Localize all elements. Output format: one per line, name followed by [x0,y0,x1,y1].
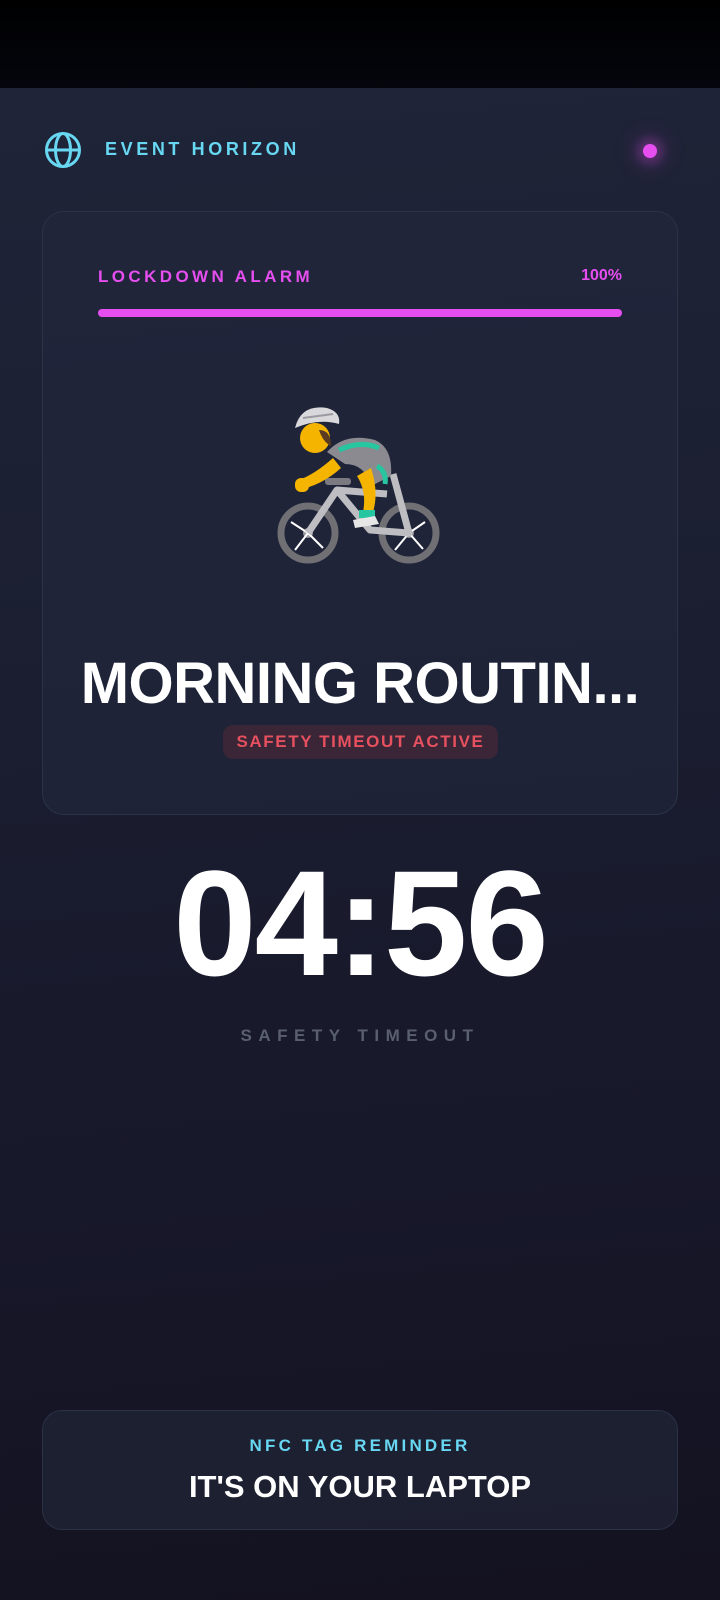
nfc-reminder-value: IT'S ON YOUR LAPTOP [188,1469,532,1504]
app-header: EVENT HORIZON [0,88,720,212]
alarm-label: LOCKDOWN ALARM [98,267,314,286]
countdown-timer: 04:56 [173,839,549,1007]
status-indicator-dot [643,144,657,158]
activity-icon [43,402,677,577]
routine-title: MORNING ROUTIN... [80,651,640,716]
timer-label: SAFETY TIMEOUT [240,1026,480,1045]
app-title: EVENT HORIZON [105,139,300,159]
person-biking-icon [277,407,440,564]
status-bar [0,0,720,88]
nfc-reminder-card[interactable]: NFC TAG REMINDER IT'S ON YOUR LAPTOP [42,1410,678,1530]
globe-icon[interactable] [44,131,82,169]
alarm-percent: 100% [581,267,622,284]
nfc-reminder-label: NFC TAG REMINDER [249,1436,471,1455]
alarm-progress-fill [98,309,622,317]
status-badge: SAFETY TIMEOUT ACTIVE [223,725,498,759]
app-screen: EVENT HORIZON LOCKDOWN ALARM 100% MORNIN… [0,88,720,1600]
alarm-progress-bar [98,309,622,317]
alarm-card: LOCKDOWN ALARM 100% MORNING ROUTIN... SA… [42,211,678,815]
